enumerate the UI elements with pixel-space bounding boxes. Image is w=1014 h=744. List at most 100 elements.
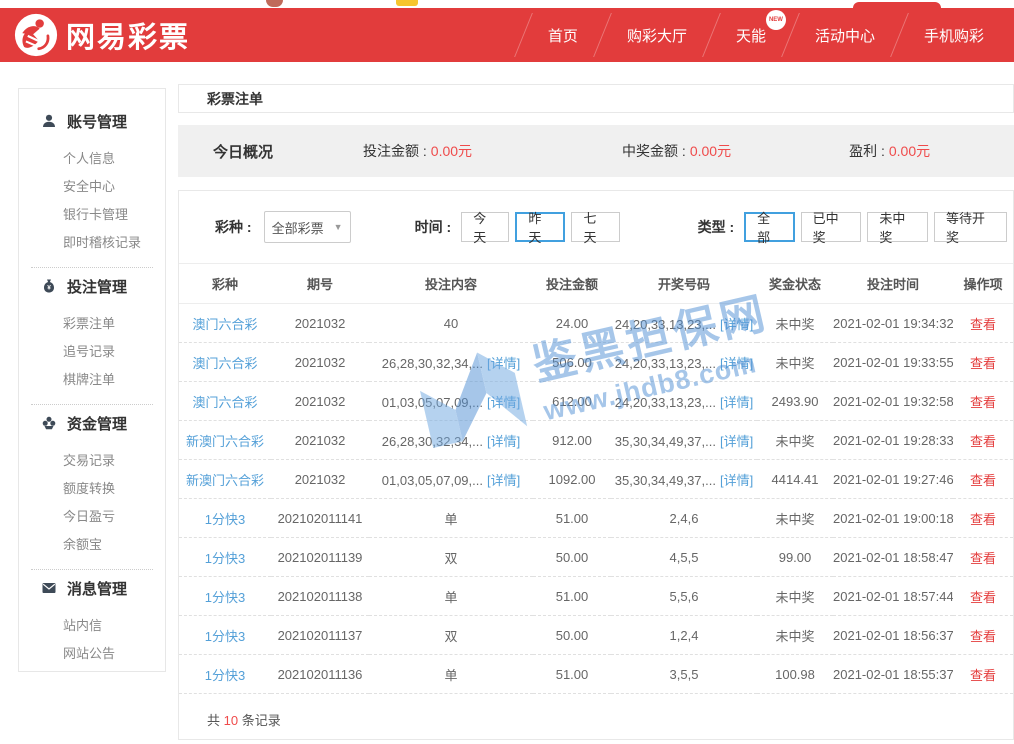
user-icon	[41, 113, 57, 129]
bet-content-text: 26,28,30,32,34,...	[382, 356, 483, 371]
type-filter-button-2[interactable]: 未中奖	[867, 212, 928, 242]
sidebar-item[interactable]: 即时稽核记录	[19, 229, 165, 257]
bet-amount-cell: 1092.00	[533, 460, 611, 499]
time-filter-button-0[interactable]: 今天	[461, 212, 509, 242]
draw-number-text: 24,20,33,13,23,...	[615, 317, 716, 332]
view-link[interactable]: 查看	[970, 395, 996, 410]
draw-detail-link[interactable]: [详情]	[720, 434, 753, 449]
bet-amount-cell: 51.00	[533, 655, 611, 694]
bet-detail-link[interactable]: [详情]	[487, 395, 520, 410]
view-link[interactable]: 查看	[970, 668, 996, 683]
issue-cell: 2021032	[271, 460, 369, 499]
bet-amount-cell: 612.00	[533, 382, 611, 421]
sidebar-item[interactable]: 额度转换	[19, 475, 165, 503]
lottery-name-link[interactable]: 澳门六合彩	[192, 317, 257, 332]
cutoff-icon-decor	[396, 0, 418, 6]
lottery-select[interactable]: 全部彩票 ▼	[264, 211, 351, 243]
site-logo[interactable]: 网易彩票	[14, 13, 190, 57]
lottery-name-link[interactable]: 1分快3	[205, 512, 245, 527]
draw-number-text: 5,5,6	[670, 589, 699, 604]
lottery-name-link[interactable]: 新澳门六合彩	[186, 473, 264, 488]
lottery-name-link[interactable]: 1分快3	[205, 590, 245, 605]
view-link[interactable]: 查看	[970, 434, 996, 449]
lottery-name-link[interactable]: 1分快3	[205, 629, 245, 644]
sidebar-item[interactable]: 交易记录	[19, 447, 165, 475]
view-link[interactable]: 查看	[970, 629, 996, 644]
nav-item-2[interactable]: 天能NEW	[712, 8, 790, 62]
issue-cell: 202102011141	[271, 499, 369, 538]
column-header: 期号	[271, 264, 369, 304]
sidebar-divider	[31, 267, 153, 268]
action-cell: 查看	[953, 382, 1013, 421]
draw-detail-link[interactable]: [详情]	[720, 356, 753, 371]
sidebar-section-0[interactable]: 账号管理	[19, 109, 165, 133]
lottery-name-link[interactable]: 澳门六合彩	[192, 356, 257, 371]
table-header-row: 彩种期号投注内容投注金额开奖号码奖金状态投注时间操作项	[179, 264, 1013, 304]
sidebar-item[interactable]: 个人信息	[19, 145, 165, 173]
records-count-suffix: 条记录	[242, 713, 281, 728]
draw-detail-link[interactable]: [详情]	[720, 395, 753, 410]
sidebar-item[interactable]: 余额宝	[19, 531, 165, 559]
sidebar-section-title: 账号管理	[67, 111, 127, 132]
bet-detail-link[interactable]: [详情]	[487, 473, 520, 488]
column-header: 操作项	[953, 264, 1013, 304]
draw-number-text: 24,20,33,13,23,...	[615, 395, 716, 410]
records-count-number: 10	[224, 713, 238, 728]
view-link[interactable]: 查看	[970, 356, 996, 371]
bet-amount-cell: 51.00	[533, 499, 611, 538]
view-link[interactable]: 查看	[970, 317, 996, 332]
prize-status-cell: 未中奖	[757, 304, 833, 343]
lottery-name-link[interactable]: 澳门六合彩	[192, 395, 257, 410]
prize-status-cell: 99.00	[757, 538, 833, 577]
sidebar-item[interactable]: 安全中心	[19, 173, 165, 201]
bet-content-cell: 单	[369, 577, 533, 616]
time-filter-button-2[interactable]: 七天	[571, 212, 619, 242]
prize-status-cell: 4414.41	[757, 460, 833, 499]
sidebar-item[interactable]: 追号记录	[19, 338, 165, 366]
view-link[interactable]: 查看	[970, 473, 996, 488]
nav-item-3[interactable]: 活动中心	[791, 8, 899, 62]
draw-number-text: 35,30,34,49,37,...	[615, 434, 716, 449]
nav-item-1[interactable]: 购彩大厅	[603, 8, 711, 62]
bet-content-text: 单	[444, 668, 457, 683]
sidebar-item[interactable]: 今日盈亏	[19, 503, 165, 531]
view-link[interactable]: 查看	[970, 551, 996, 566]
nav-item-0[interactable]: 首页	[524, 8, 602, 62]
sidebar-item[interactable]: 银行卡管理	[19, 201, 165, 229]
time-filter-button-1[interactable]: 昨天	[515, 212, 565, 242]
type-filter-button-1[interactable]: 已中奖	[801, 212, 862, 242]
table-body: 澳门六合彩20210324024.0024,20,33,13,23,...[详情…	[179, 304, 1013, 694]
type-filter-button-0[interactable]: 全部	[744, 212, 794, 242]
bet-content-text: 01,03,05,07,09,...	[382, 473, 483, 488]
draw-detail-link[interactable]: [详情]	[720, 473, 753, 488]
lottery-name-link[interactable]: 1分快3	[205, 668, 245, 683]
sidebar-items: 个人信息安全中心银行卡管理即时稽核记录	[19, 145, 165, 257]
bet-detail-link[interactable]: [详情]	[487, 356, 520, 371]
browser-cutoff-strip	[0, 0, 1014, 8]
lottery-name-link[interactable]: 1分快3	[205, 551, 245, 566]
sidebar-item[interactable]: 棋牌注单	[19, 366, 165, 394]
prize-status-cell: 未中奖	[757, 616, 833, 655]
view-link[interactable]: 查看	[970, 512, 996, 527]
summary-win-amount: 中奖金额 :0.00元	[622, 141, 731, 161]
sidebar-item[interactable]: 彩票注单	[19, 310, 165, 338]
bet-detail-link[interactable]: [详情]	[487, 434, 520, 449]
view-link[interactable]: 查看	[970, 590, 996, 605]
bet-amount-cell: 50.00	[533, 538, 611, 577]
draw-detail-link[interactable]: [详情]	[720, 317, 753, 332]
summary-profit-label: 盈利 :	[849, 143, 885, 159]
main-nav: 首页购彩大厅天能NEW活动中心手机购彩	[523, 8, 1008, 62]
sidebar-item[interactable]: 站内信	[19, 612, 165, 640]
coin-bag-icon: ¥	[41, 278, 57, 294]
bet-time-cell: 2021-02-01 18:58:47	[833, 538, 953, 577]
bet-content-cell: 26,28,30,32,34,...[详情]	[369, 421, 533, 460]
table-row: 澳门六合彩202103226,28,30,32,34,...[详情]506.00…	[179, 343, 1013, 382]
nav-item-4[interactable]: 手机购彩	[900, 8, 1008, 62]
sidebar-item[interactable]: 网站公告	[19, 640, 165, 668]
sidebar-section-1[interactable]: ¥投注管理	[19, 274, 165, 298]
bet-amount-cell: 50.00	[533, 616, 611, 655]
type-filter-button-3[interactable]: 等待开奖	[934, 212, 1007, 242]
sidebar-section-2[interactable]: 资金管理	[19, 411, 165, 435]
lottery-name-link[interactable]: 新澳门六合彩	[186, 434, 264, 449]
sidebar-section-3[interactable]: 消息管理	[19, 576, 165, 600]
